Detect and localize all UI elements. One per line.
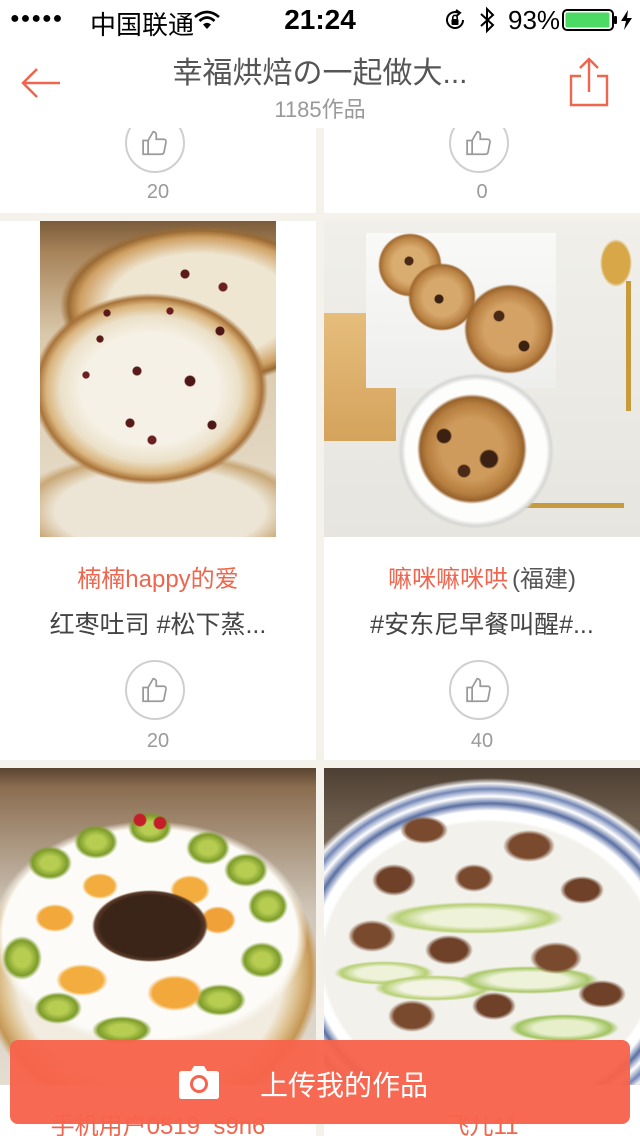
card-author[interactable]: 嘛咪嘛咪哄 [388,566,508,593]
arrow-left-icon[interactable] [20,66,62,100]
thumbs-up-icon [142,130,167,156]
feed-card[interactable]: 楠楠happy的爱 红枣吐司 #松下蒸... 20 [0,221,316,760]
camera-icon [179,1066,219,1099]
page-title: 幸福烘焙の一起做大... [172,57,468,90]
thumbs-up-icon [466,130,491,156]
like-count: 0 [476,181,488,203]
like-button[interactable] [125,660,185,720]
status-bar: ●●●●● 中国联通 21:24 93% [0,0,640,40]
orientation-lock-icon [446,9,464,29]
works-count: 1185作品 [274,97,366,122]
upload-button-label: 上传我的作品 [260,1070,429,1101]
card-title: 红枣吐司 #松下蒸... [49,611,267,639]
feed-card[interactable]: 20 [0,113,316,213]
share-icon[interactable] [568,56,610,108]
like-button[interactable] [449,660,509,720]
card-region: (福建) [512,566,576,593]
like-count: 20 [146,181,170,203]
card-photo[interactable] [40,221,276,537]
feed-card[interactable]: 嘛咪嘛咪哄 (福建) #安东尼早餐叫醒#... 40 [324,221,640,760]
card-title: #安东尼早餐叫醒#... [370,611,594,639]
navigation-bar: 幸福烘焙の一起做大... 1185作品 [0,40,640,128]
like-count: 20 [146,730,170,752]
upload-work-button[interactable]: 上传我的作品 [10,1040,630,1124]
card-author[interactable]: 楠楠happy的爱 [77,566,238,593]
card-photo[interactable] [324,768,640,1085]
card-author-line: 嘛咪嘛咪哄 (福建) [324,559,640,594]
feed-card[interactable]: 0 [324,113,640,213]
card-photo[interactable] [0,768,316,1085]
card-author-line: 楠楠happy的爱 [0,559,316,594]
thumbs-up-icon [142,677,167,703]
battery-percentage: 93% [508,5,561,35]
like-count: 40 [470,730,494,752]
battery-icon [562,9,632,31]
bluetooth-icon [480,6,495,34]
thumbs-up-icon [466,677,491,703]
card-photo[interactable] [324,221,640,537]
